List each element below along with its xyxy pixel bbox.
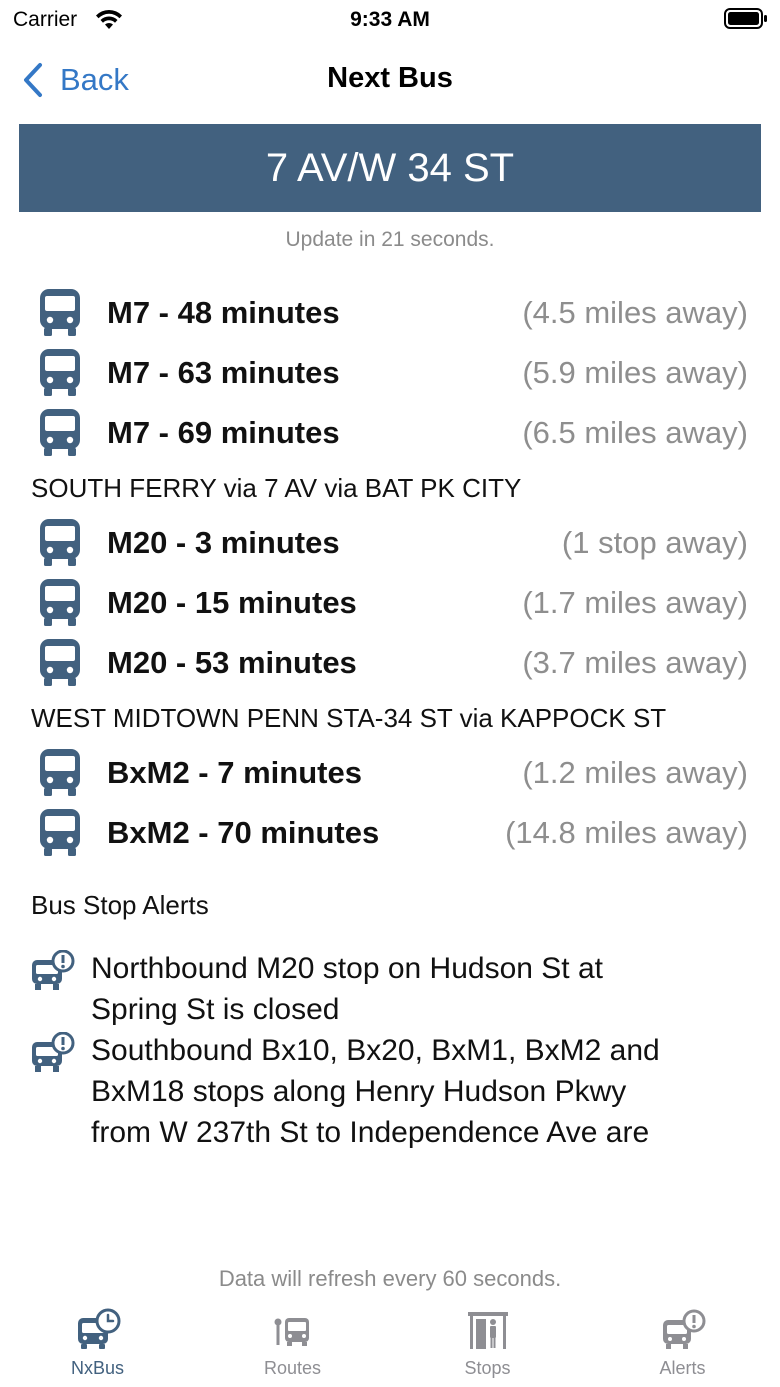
arrival-row[interactable]: BxM2 - 70 minutes (14.8 miles away) [0, 803, 780, 863]
bus-stop-icon [467, 1312, 508, 1349]
battery-icon [724, 8, 767, 29]
alerts-heading: Bus Stop Alerts [31, 890, 209, 920]
alerts-list: Northbound M20 stop on Hudson St at Sprin… [0, 948, 780, 1153]
arrival-distance: (4.5 miles away) [522, 295, 748, 330]
arrival-route-time: M7 - 69 minutes [107, 415, 340, 450]
alert-text-line: BxM18 stops along Henry Hudson Pkwy [91, 1075, 627, 1108]
tab-label-nxbus: NxBus [70, 1358, 124, 1378]
bus-icon [38, 637, 82, 687]
arrival-row[interactable]: M7 - 48 minutes (4.5 miles away) [0, 283, 780, 343]
alert-text-line: from W 237th St to Independence Ave are [91, 1116, 650, 1149]
status-bar: Carrier 9:33 AM [0, 0, 780, 40]
bus-icon [38, 517, 82, 567]
arrival-distance: (3.7 miles away) [522, 645, 748, 680]
bus-icon [38, 807, 82, 857]
bus-alert-icon [662, 1309, 705, 1349]
arrival-row[interactable]: M20 - 53 minutes (3.7 miles away) [0, 633, 780, 693]
update-countdown: Update in 21 seconds. [285, 228, 495, 251]
arrival-distance: (1.2 miles away) [522, 755, 748, 790]
tab-label-routes: Routes [263, 1358, 322, 1378]
arrival-distance: (1 stop away) [561, 525, 748, 560]
arrival-route-time: M20 - 3 minutes [107, 525, 340, 560]
alert-item[interactable]: Southbound Bx10, Bx20, BxM1, BxM2 and BxM… [0, 1030, 780, 1153]
arrival-row[interactable]: M7 - 69 minutes (6.5 miles away) [0, 403, 780, 463]
tab-bar: NxBus Routes Stops Alerts [0, 1304, 780, 1387]
tab-stops[interactable]: Stops [390, 1304, 585, 1387]
tab-label-alerts: Alerts [659, 1358, 706, 1378]
status-time: 9:33 AM [350, 8, 430, 31]
arrival-route-time: BxM2 - 70 minutes [107, 815, 380, 850]
alert-item[interactable]: Northbound M20 stop on Hudson St at Sprin… [0, 948, 780, 1030]
arrival-distance: (14.8 miles away) [505, 815, 748, 850]
destination-header: WEST MIDTOWN PENN STA-34 ST via KAPPOCK … [31, 703, 667, 733]
bus-icon [38, 577, 82, 627]
alert-text-line: Northbound M20 stop on Hudson St at [91, 952, 603, 985]
alert-text-line: Spring St is closed [91, 993, 340, 1026]
bus-icon [38, 287, 82, 337]
page-title: Next Bus [327, 62, 453, 94]
refresh-note: Data will refresh every 60 seconds. [218, 1266, 562, 1291]
arrival-route-time: M20 - 15 minutes [107, 585, 357, 620]
bus-icon [38, 347, 82, 397]
bus-icon [38, 407, 82, 457]
arrival-row[interactable]: M20 - 3 minutes (1 stop away) [0, 513, 780, 573]
destination-header: SOUTH FERRY via 7 AV via BAT PK CITY [31, 473, 522, 503]
bus-icon [38, 747, 82, 797]
arrival-distance: (5.9 miles away) [522, 355, 748, 390]
arrival-route-time: M7 - 48 minutes [107, 295, 340, 330]
arrival-route-time: M7 - 63 minutes [107, 355, 340, 390]
bus-alert-icon [31, 949, 75, 992]
tab-routes[interactable]: Routes [195, 1304, 390, 1387]
arrival-row[interactable]: M7 - 63 minutes (5.9 miles away) [0, 343, 780, 403]
arrivals-list: M7 - 48 minutes (4.5 miles away) M7 - 63 m… [0, 283, 780, 863]
alert-text-line: Southbound Bx10, Bx20, BxM1, BxM2 and [91, 1034, 660, 1067]
tab-label-stops: Stops [464, 1358, 511, 1378]
bus-alert-icon [31, 1031, 75, 1074]
tab-alerts[interactable]: Alerts [585, 1304, 780, 1387]
arrival-distance: (6.5 miles away) [522, 415, 748, 450]
arrival-route-time: M20 - 53 minutes [107, 645, 357, 680]
navigation-bar: Back Next Bus [0, 50, 780, 110]
route-bus-icon [274, 1318, 309, 1346]
arrival-row[interactable]: M20 - 15 minutes (1.7 miles away) [0, 573, 780, 633]
arrival-distance: (1.7 miles away) [522, 585, 748, 620]
stop-name-banner: 7 AV/W 34 ST [19, 124, 761, 212]
arrival-route-time: BxM2 - 7 minutes [107, 755, 362, 790]
tab-nxbus[interactable]: NxBus [0, 1304, 195, 1387]
bus-clock-icon [77, 1308, 120, 1349]
arrival-row[interactable]: BxM2 - 7 minutes (1.2 miles away) [0, 743, 780, 803]
